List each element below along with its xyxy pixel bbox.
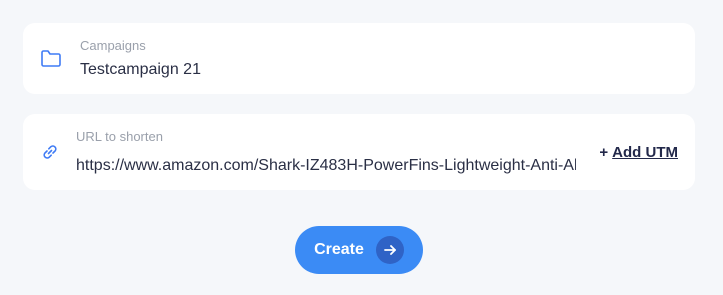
add-utm-label: Add UTM [612,144,678,161]
url-input[interactable]: https://www.amazon.com/Shark-IZ483H-Powe… [76,157,576,175]
campaign-field[interactable]: Campaigns Testcampaign 21 [23,23,695,94]
create-button[interactable]: Create [295,226,423,274]
arrow-right-icon [375,236,404,264]
url-field[interactable]: URL to shorten https://www.amazon.com/Sh… [23,114,695,190]
url-label: URL to shorten [76,129,163,144]
add-utm-link[interactable]: + Add UTM [599,144,678,161]
create-button-label: Create [314,241,364,258]
add-utm-plus: + [599,144,609,161]
folder-icon [40,48,62,68]
campaign-value[interactable]: Testcampaign 21 [80,61,201,79]
link-icon [40,142,60,162]
campaign-label: Campaigns [80,38,146,53]
